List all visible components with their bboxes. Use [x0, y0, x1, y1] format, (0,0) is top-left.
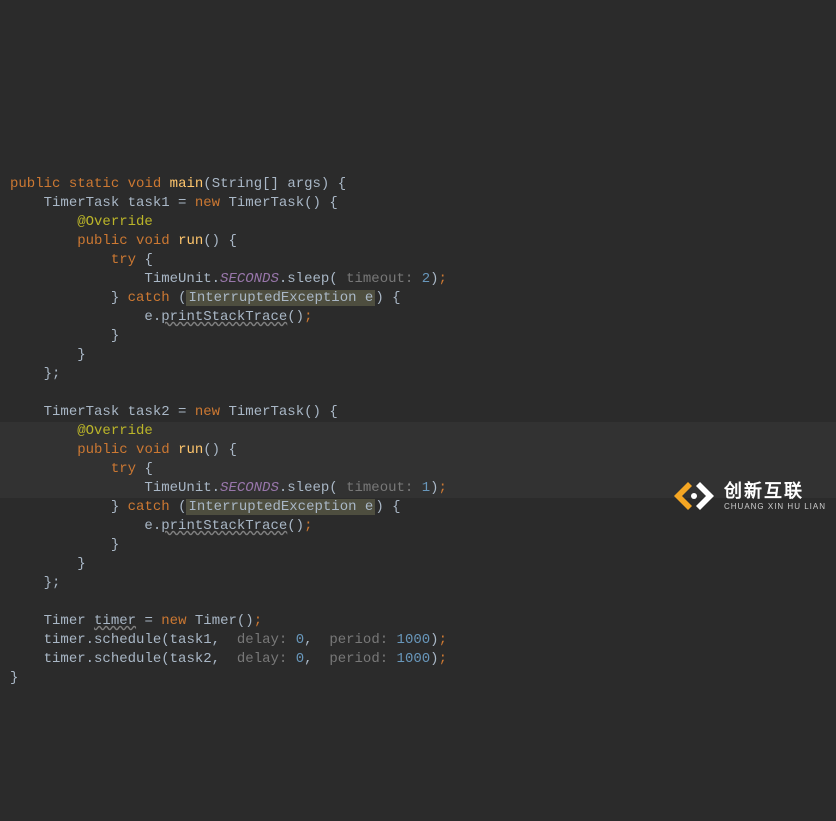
watermark-text-cn: 创新互联: [724, 481, 826, 502]
watermark-text-en: CHUANG XIN HU LIAN: [724, 502, 826, 511]
code-line: public static void main(String[] args) {: [10, 176, 346, 192]
code-line: };: [10, 575, 60, 591]
code-line: e.printStackTrace();: [10, 309, 312, 325]
code-line: TimerTask task2 = new TimerTask() {: [10, 404, 338, 420]
code-line: Timer timer = new Timer();: [10, 613, 262, 629]
code-line: e.printStackTrace();: [10, 518, 312, 534]
code-line: }: [10, 556, 86, 572]
logo-icon: [670, 476, 718, 516]
code-line: } catch (InterruptedException e) {: [10, 499, 401, 515]
code-line: TimerTask task1 = new TimerTask() {: [10, 195, 338, 211]
code-line: }: [10, 670, 18, 686]
code-line: @Override: [10, 214, 153, 230]
code-line: try {: [10, 461, 153, 477]
code-line: timer.schedule(task1, delay: 0, period: …: [10, 632, 447, 648]
code-line: } catch (InterruptedException e) {: [10, 290, 401, 306]
code-editor[interactable]: public static void main(String[] args) {…: [10, 175, 836, 688]
code-line: @Override: [10, 423, 153, 439]
code-line: public void run() {: [10, 233, 237, 249]
code-line: }: [10, 537, 119, 553]
code-line: TimeUnit.SECONDS.sleep( timeout: 1);: [10, 480, 447, 496]
code-line: TimeUnit.SECONDS.sleep( timeout: 2);: [10, 271, 447, 287]
code-line: };: [10, 366, 60, 382]
code-line: public void run() {: [10, 442, 237, 458]
watermark-logo: 创新互联 CHUANG XIN HU LIAN: [670, 476, 826, 516]
code-line: }: [10, 328, 119, 344]
code-line: }: [10, 347, 86, 363]
code-line: try {: [10, 252, 153, 268]
code-line: timer.schedule(task2, delay: 0, period: …: [10, 651, 447, 667]
